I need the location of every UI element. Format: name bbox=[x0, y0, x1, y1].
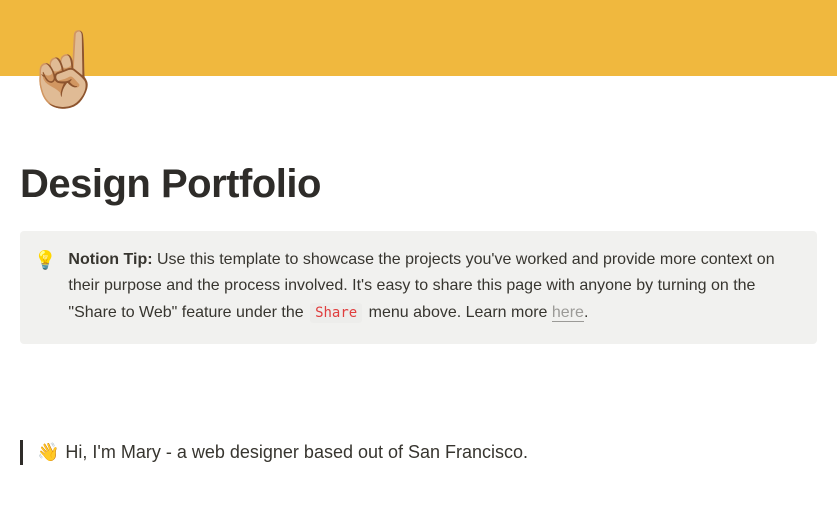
page-title[interactable]: Design Portfolio bbox=[20, 162, 817, 207]
quote-block[interactable]: 👋 Hi, I'm Mary - a web designer based ou… bbox=[20, 440, 817, 465]
callout-text[interactable]: Notion Tip: Use this template to showcas… bbox=[68, 247, 799, 326]
lightbulb-icon[interactable]: 💡 bbox=[34, 247, 56, 326]
callout-bold-label: Notion Tip: bbox=[68, 251, 152, 268]
callout-block[interactable]: 💡 Notion Tip: Use this template to showc… bbox=[20, 231, 817, 344]
inline-code-share: Share bbox=[310, 303, 362, 323]
wave-icon: 👋 bbox=[37, 442, 59, 463]
callout-period: . bbox=[584, 304, 588, 321]
page-content: Design Portfolio 💡 Notion Tip: Use this … bbox=[0, 162, 837, 465]
cover-banner[interactable] bbox=[0, 0, 837, 76]
quote-text: Hi, I'm Mary - a web designer based out … bbox=[65, 442, 528, 463]
page-icon[interactable]: ☝🏼 bbox=[20, 34, 110, 106]
learn-more-link[interactable]: here bbox=[552, 304, 584, 322]
callout-text-after: menu above. Learn more bbox=[364, 304, 552, 321]
